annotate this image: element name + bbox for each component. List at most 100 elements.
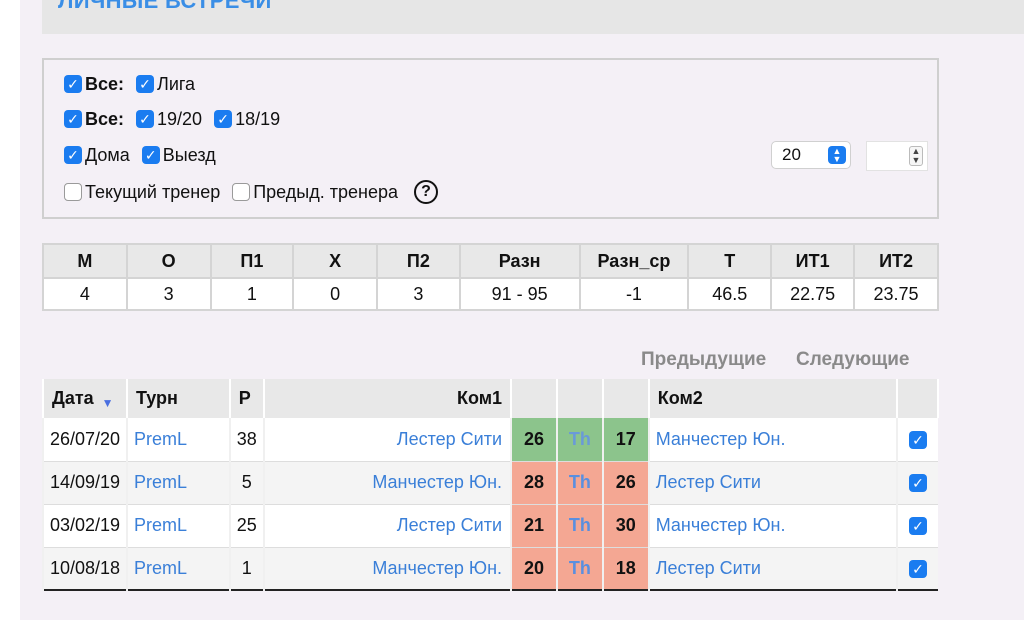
row-select-cell: ✓ [896,504,938,548]
all-seasons-label: Все: [85,108,125,129]
select-arrows-icon: ▲ ▼ [828,146,846,164]
next-link[interactable]: Следующие [796,349,909,371]
tour-column-header[interactable]: Турн [125,379,231,418]
team2-score: 26 [601,461,649,505]
stats-header-cell: ИТ1 [770,243,856,279]
match-tournament-link[interactable]: PremL [125,418,230,462]
match-tournament-link[interactable]: PremL [125,461,230,505]
row-select-checkbox[interactable]: ✓ [909,517,928,535]
stats-header-cell: Разн_ср [578,243,690,279]
summary-stats-table: М О П1 Х П2 Разн Разн_ср Т ИТ1 ИТ2 4 3 1 0 3 91 - 95 -1… [42,243,939,311]
previous-link[interactable]: Предыдущие [641,349,766,371]
team1-link[interactable]: Манчестер Юн. [262,547,512,591]
filter-row-coach: ✓ Текущий тренер ✓ Предыд. тренера ? [64,180,438,204]
team2-score: 17 [601,418,649,462]
match-tournament-link[interactable]: PremL [125,547,230,591]
section-title: ЛИЧНЫЕ ВСТРЕЧИ [58,0,272,13]
stats-header-cell: Т [687,243,773,279]
stats-value-cell: 22.75 [770,277,856,311]
stats-header-cell: П1 [209,243,295,279]
season-1819-checkbox[interactable]: ✓ [214,110,233,128]
match-detail-link[interactable]: Th [555,418,603,462]
stats-value-cell: 3 [376,277,461,311]
stats-header-row: М О П1 Х П2 Разн Разн_ср Т ИТ1 ИТ2 [42,243,939,279]
league-checkbox[interactable]: ✓ [136,75,155,93]
spinner-arrows-icon[interactable]: ▲ ▼ [909,146,923,166]
team2-link[interactable]: Манчестер Юн. [647,418,898,462]
help-icon[interactable]: ? [413,180,438,204]
match-date: 26/07/20 [42,418,127,462]
stats-value-cell: 0 [292,277,379,311]
match-date: 03/02/19 [42,504,127,548]
season-1920-checkbox[interactable]: ✓ [136,110,155,128]
stats-value-cell: 1 [209,277,295,311]
team1-score: 21 [510,504,557,548]
filter-row-seasons: ✓ Все: ✓ 19/20 ✓ 18/19 [64,107,292,131]
team2-column-header[interactable]: Ком2 [647,379,899,418]
stats-header-cell: ИТ2 [853,243,939,279]
select-column-header [896,379,939,418]
number-input[interactable]: ▲ ▼ [866,141,928,171]
all-leagues-label: Все: [85,73,125,94]
matches-header-row: Дата ▼ Турн Р Ком1 Ком2 [42,379,939,418]
matches-table: Дата ▼ Турн Р Ком1 Ком2 26/07/20 PremL 38 Ле… [42,379,939,591]
score1-column-header [510,379,558,418]
team1-link[interactable]: Лестер Сити [262,504,512,548]
team1-link[interactable]: Лестер Сити [262,418,512,462]
stats-header-cell: О [125,243,212,279]
team1-column-header[interactable]: Ком1 [262,379,513,418]
team2-score: 18 [601,547,649,591]
season-1819-label: 18/19 [235,108,281,129]
filter-panel: ✓ Все: ✓ Лига ✓ Все: ✓ 19/20 ✓ 18/19 ✓ Д… [42,58,939,219]
current-coach-label: Текущий тренер [85,181,221,202]
filter-row-venue: ✓ Дома ✓ Выезд [64,143,228,167]
match-detail-link[interactable]: Th [555,504,603,548]
match-tournament-link[interactable]: PremL [125,504,230,548]
stats-value-cell: 4 [42,277,128,311]
match-row: 10/08/18 PremL 1 Манчестер Юн. 20 Th 18 Лестер … [42,547,938,591]
all-seasons-checkbox[interactable]: ✓ [64,110,82,128]
row-select-cell: ✓ [896,547,938,591]
filter-row-league: ✓ Все: ✓ Лига [64,72,207,96]
team2-link[interactable]: Лестер Сити [647,547,898,591]
round-column-header[interactable]: Р [228,379,265,418]
section-header: ЛИЧНЫЕ ВСТРЕЧИ [42,0,1024,34]
current-coach-checkbox[interactable]: ✓ [64,183,82,201]
row-select-checkbox[interactable]: ✓ [909,474,928,492]
match-row: 14/09/19 PremL 5 Манчестер Юн. 28 Th 26 Лестер … [42,461,938,505]
match-row: 26/07/20 PremL 38 Лестер Сити 26 Th 17 Манчесте… [42,418,938,462]
team1-score: 20 [510,547,557,591]
team1-score: 28 [510,461,557,505]
match-detail-link[interactable]: Th [555,461,603,505]
match-date: 10/08/18 [42,547,127,591]
count-select-value: 20 [782,145,801,164]
date-column-header[interactable]: Дата ▼ [42,379,128,418]
stats-value-row: 4 3 1 0 3 91 - 95 -1 46.5 22.75 23.75 [42,277,939,311]
team2-link[interactable]: Манчестер Юн. [647,504,898,548]
match-detail-link[interactable]: Th [555,547,603,591]
row-select-checkbox[interactable]: ✓ [909,430,928,449]
team1-link[interactable]: Манчестер Юн. [262,461,512,505]
match-round: 1 [228,547,264,591]
stats-value-cell: 23.75 [853,277,939,311]
row-select-cell: ✓ [896,418,938,462]
count-select[interactable]: 20 ▲ ▼ [771,141,851,169]
sort-down-icon: ▼ [101,395,114,410]
stats-header-cell: Х [292,243,379,279]
match-round: 38 [228,418,264,462]
match-row: 03/02/19 PremL 25 Лестер Сити 21 Th 30 Манчесте… [42,504,938,548]
stats-header-cell: Разн [458,243,581,279]
row-select-checkbox[interactable]: ✓ [909,559,928,578]
away-label: Выезд [162,144,216,165]
team2-link[interactable]: Лестер Сити [647,461,898,505]
previous-coach-label: Предыд. тренера [253,181,398,202]
stats-header-cell: М [42,243,128,279]
previous-coach-checkbox[interactable]: ✓ [232,183,251,201]
stats-value-cell: 46.5 [687,277,773,311]
home-checkbox[interactable]: ✓ [64,146,82,164]
stats-value-cell: 91 - 95 [458,277,581,311]
all-leagues-checkbox[interactable]: ✓ [64,75,82,93]
season-1920-label: 19/20 [157,108,203,129]
match-round: 25 [228,504,264,548]
away-checkbox[interactable]: ✓ [141,146,160,164]
